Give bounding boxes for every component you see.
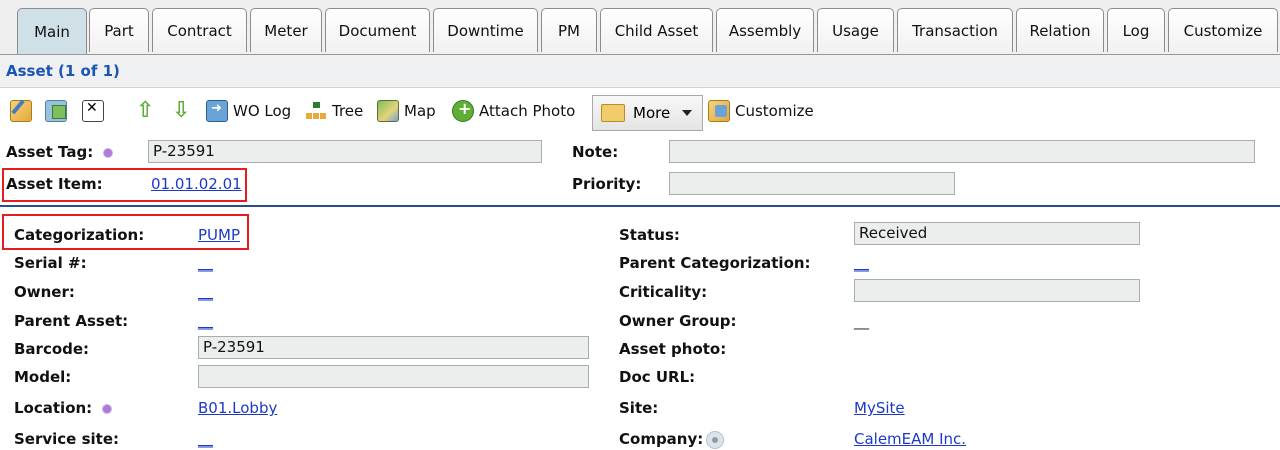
parent-categorization-label: Parent Categorization: [619, 254, 811, 272]
copy-icon [45, 100, 67, 122]
asset-item-link[interactable]: 01.01.02.01 [151, 175, 242, 193]
parent-asset-link[interactable]: __ [198, 312, 213, 330]
edit-button[interactable] [10, 96, 32, 126]
company-label: Company: [619, 430, 704, 448]
chevron-down-icon [682, 110, 693, 116]
parent-asset-label: Parent Asset: [14, 312, 129, 330]
map-label: Map [404, 102, 436, 120]
wo-log-label: WO Log [233, 102, 292, 120]
site-label: Site: [619, 399, 659, 417]
asset-item-label: Asset Item: [6, 175, 103, 193]
location-link[interactable]: B01.Lobby [198, 399, 277, 417]
required-indicator-icon [103, 405, 111, 413]
asset-photo-label: Asset photo: [619, 340, 727, 358]
wo-log-icon [206, 100, 228, 122]
priority-field[interactable] [669, 172, 955, 195]
tab-downtime[interactable]: Downtime [433, 8, 538, 52]
more-label: More [633, 104, 671, 122]
arrow-up-icon: ⇧ [136, 98, 155, 123]
owner-link[interactable]: __ [198, 283, 213, 301]
tab-contract[interactable]: Contract [152, 8, 247, 52]
tab-document[interactable]: Document [325, 8, 430, 52]
tab-main[interactable]: Main [17, 8, 87, 54]
location-label: Location: [14, 399, 93, 417]
status-field[interactable]: Received [854, 222, 1140, 245]
tree-label: Tree [332, 102, 364, 120]
criticality-label: Criticality: [619, 283, 708, 301]
serial-link[interactable]: __ [198, 254, 213, 272]
move-up-button[interactable]: ⇧ [136, 96, 154, 126]
tab-child-asset[interactable]: Child Asset [600, 8, 713, 52]
categorization-link[interactable]: PUMP [198, 226, 240, 244]
barcode-field[interactable]: P-23591 [198, 336, 589, 359]
tab-pm[interactable]: PM [541, 8, 597, 52]
status-label: Status: [619, 226, 680, 244]
priority-label: Priority: [572, 175, 642, 193]
barcode-label: Barcode: [14, 340, 90, 358]
tab-meter[interactable]: Meter [250, 8, 322, 52]
categorization-label: Categorization: [14, 226, 145, 244]
note-field[interactable] [669, 140, 1255, 163]
company-link[interactable]: CalemEAM Inc. [854, 430, 966, 448]
edit-icon [10, 100, 32, 122]
tab-log[interactable]: Log [1107, 8, 1165, 52]
tree-button[interactable]: Tree [305, 96, 363, 126]
service-site-link[interactable]: __ [198, 430, 213, 448]
required-indicator-icon [104, 149, 112, 157]
serial-label: Serial #: [14, 254, 87, 272]
customize-icon [708, 100, 730, 122]
attach-photo-button[interactable]: Attach Photo [452, 96, 575, 126]
tab-strip: Main Part Contract Meter Document Downti… [0, 0, 1280, 55]
customize-button[interactable]: Customize [708, 96, 814, 126]
tree-icon [305, 101, 327, 121]
more-dropdown-button[interactable]: More [592, 95, 703, 131]
tab-relation[interactable]: Relation [1016, 8, 1104, 52]
move-down-button[interactable]: ⇩ [172, 96, 190, 126]
section-divider [0, 205, 1280, 207]
tab-transaction[interactable]: Transaction [897, 8, 1013, 52]
wo-log-button[interactable]: WO Log [206, 96, 291, 126]
tab-customize[interactable]: Customize [1168, 8, 1278, 52]
lookup-icon[interactable] [706, 431, 724, 449]
arrow-down-icon: ⇩ [172, 98, 191, 123]
tab-usage[interactable]: Usage [817, 8, 894, 52]
owner-group-value: __ [854, 312, 869, 330]
map-icon [377, 100, 399, 122]
map-button[interactable]: Map [377, 96, 436, 126]
delete-icon [82, 100, 104, 122]
parent-categorization-link[interactable]: __ [854, 254, 869, 272]
criticality-field[interactable] [854, 279, 1140, 302]
owner-label: Owner: [14, 283, 75, 301]
copy-button[interactable] [45, 96, 67, 126]
tab-assembly[interactable]: Assembly [716, 8, 814, 52]
asset-tag-field[interactable]: P-23591 [148, 140, 542, 163]
owner-group-label: Owner Group: [619, 312, 737, 330]
tab-part[interactable]: Part [89, 8, 149, 52]
delete-button[interactable] [82, 96, 104, 126]
attach-photo-label: Attach Photo [479, 102, 576, 120]
record-title: Asset (1 of 1) [6, 62, 120, 80]
doc-url-label: Doc URL: [619, 368, 696, 386]
model-field[interactable] [198, 365, 589, 388]
site-link[interactable]: MySite [854, 399, 905, 417]
model-label: Model: [14, 368, 72, 386]
asset-tag-label: Asset Tag: [6, 143, 94, 161]
customize-label: Customize [735, 102, 814, 120]
add-photo-icon [452, 99, 474, 122]
note-label: Note: [572, 143, 619, 161]
service-site-label: Service site: [14, 430, 119, 448]
folder-icon [601, 104, 625, 122]
record-header: Asset (1 of 1) [0, 55, 1280, 88]
